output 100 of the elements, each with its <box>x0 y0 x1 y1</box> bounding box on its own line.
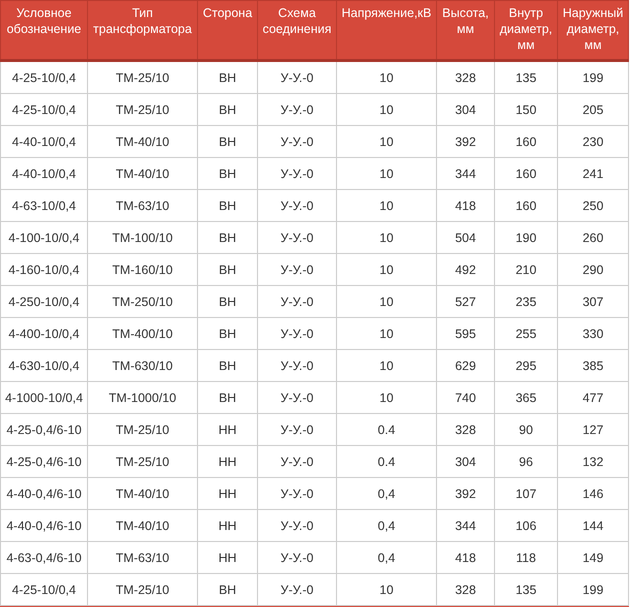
table-cell: 10 <box>336 350 436 382</box>
table-cell: 629 <box>436 350 494 382</box>
table-cell: ТМ-25/10 <box>88 574 198 606</box>
column-header: Внутр диаметр, мм <box>494 0 558 60</box>
table-cell: 4-100-10/0,4 <box>0 222 88 254</box>
table-cell: 10 <box>336 254 436 286</box>
table-cell: 132 <box>558 446 628 478</box>
table-cell: НН <box>198 414 258 446</box>
table-cell: 146 <box>558 478 628 510</box>
table-cell: У-У.-0 <box>258 286 336 318</box>
table-cell: ТМ-25/10 <box>88 414 198 446</box>
table-cell: У-У.-0 <box>258 94 336 126</box>
table-cell: 328 <box>436 414 494 446</box>
column-header: Сторона <box>198 0 258 60</box>
table-cell: У-У.-0 <box>258 254 336 286</box>
table-cell: 10 <box>336 60 436 94</box>
table-cell: 4-25-0,4/6-10 <box>0 446 88 478</box>
table-cell: 4-25-10/0,4 <box>0 94 88 126</box>
table-cell: 149 <box>558 542 628 574</box>
table-cell: ВН <box>198 254 258 286</box>
table-cell: 307 <box>558 286 628 318</box>
table-cell: 10 <box>336 286 436 318</box>
table-cell: 330 <box>558 318 628 350</box>
table-cell: НН <box>198 510 258 542</box>
column-header: Схема соединения <box>258 0 336 60</box>
table-cell: ТМ-25/10 <box>88 94 198 126</box>
table-cell: 4-630-10/0,4 <box>0 350 88 382</box>
table-cell: ТМ-25/10 <box>88 446 198 478</box>
table-cell: У-У.-0 <box>258 126 336 158</box>
table-cell: 4-250-10/0,4 <box>0 286 88 318</box>
table-cell: ВН <box>198 158 258 190</box>
table-cell: У-У.-0 <box>258 542 336 574</box>
table-cell: ТМ-25/10 <box>88 60 198 94</box>
column-header: Тип трансформатора <box>88 0 198 60</box>
table-cell: 160 <box>494 190 558 222</box>
table-cell: 4-40-10/0,4 <box>0 158 88 190</box>
table-cell: 10 <box>336 158 436 190</box>
table-cell: 10 <box>336 222 436 254</box>
table-cell: НН <box>198 478 258 510</box>
table-cell: 10 <box>336 382 436 414</box>
table-cell: 199 <box>558 60 628 94</box>
table-cell: 344 <box>436 158 494 190</box>
table-cell: ТМ-160/10 <box>88 254 198 286</box>
table-cell: У-У.-0 <box>258 222 336 254</box>
table-cell: 740 <box>436 382 494 414</box>
table-cell: ВН <box>198 126 258 158</box>
table-cell: ВН <box>198 286 258 318</box>
table-cell: У-У.-0 <box>258 190 336 222</box>
table-cell: У-У.-0 <box>258 60 336 94</box>
table-cell: 4-25-10/0,4 <box>0 60 88 94</box>
table-cell: 0,4 <box>336 478 436 510</box>
table-cell: 295 <box>494 350 558 382</box>
table-cell: 10 <box>336 574 436 606</box>
table-cell: 527 <box>436 286 494 318</box>
table-cell: 235 <box>494 286 558 318</box>
table-cell: 504 <box>436 222 494 254</box>
table-cell: 135 <box>494 60 558 94</box>
table-cell: 10 <box>336 318 436 350</box>
table-cell: ВН <box>198 190 258 222</box>
table-cell: 418 <box>436 190 494 222</box>
table-cell: 160 <box>494 126 558 158</box>
table-cell: У-У.-0 <box>258 414 336 446</box>
table-cell: 10 <box>336 190 436 222</box>
table-cell: 10 <box>336 126 436 158</box>
table-cell: 4-25-0,4/6-10 <box>0 414 88 446</box>
table-cell: 328 <box>436 60 494 94</box>
table-cell: ТМ-63/10 <box>88 542 198 574</box>
table-cell: 365 <box>494 382 558 414</box>
table-cell: 250 <box>558 190 628 222</box>
table-cell: У-У.-0 <box>258 478 336 510</box>
table-cell: 135 <box>494 574 558 606</box>
table-cell: ТМ-630/10 <box>88 350 198 382</box>
table-cell: ВН <box>198 60 258 94</box>
table-cell: 241 <box>558 158 628 190</box>
table-cell: 190 <box>494 222 558 254</box>
table-cell: 107 <box>494 478 558 510</box>
table-cell: 10 <box>336 94 436 126</box>
table-cell: 150 <box>494 94 558 126</box>
table-cell: 90 <box>494 414 558 446</box>
table-cell: 418 <box>436 542 494 574</box>
table-cell: 328 <box>436 574 494 606</box>
table-cell: 4-400-10/0,4 <box>0 318 88 350</box>
table-cell: ТМ-1000/10 <box>88 382 198 414</box>
table-cell: 230 <box>558 126 628 158</box>
table-cell: 4-160-10/0,4 <box>0 254 88 286</box>
table-cell: 210 <box>494 254 558 286</box>
table-cell: 304 <box>436 446 494 478</box>
table-cell: 492 <box>436 254 494 286</box>
table-cell: 385 <box>558 350 628 382</box>
table-cell: ТМ-100/10 <box>88 222 198 254</box>
column-header: Наружный диаметр, мм <box>558 0 628 60</box>
table-cell: 106 <box>494 510 558 542</box>
table-cell: 127 <box>558 414 628 446</box>
table-cell: НН <box>198 542 258 574</box>
table-cell: 595 <box>436 318 494 350</box>
table-cell: У-У.-0 <box>258 446 336 478</box>
table-cell: НН <box>198 446 258 478</box>
table-cell: ВН <box>198 574 258 606</box>
column-header: Напряжение,кВ <box>336 0 436 60</box>
table-cell: 4-40-0,4/6-10 <box>0 510 88 542</box>
